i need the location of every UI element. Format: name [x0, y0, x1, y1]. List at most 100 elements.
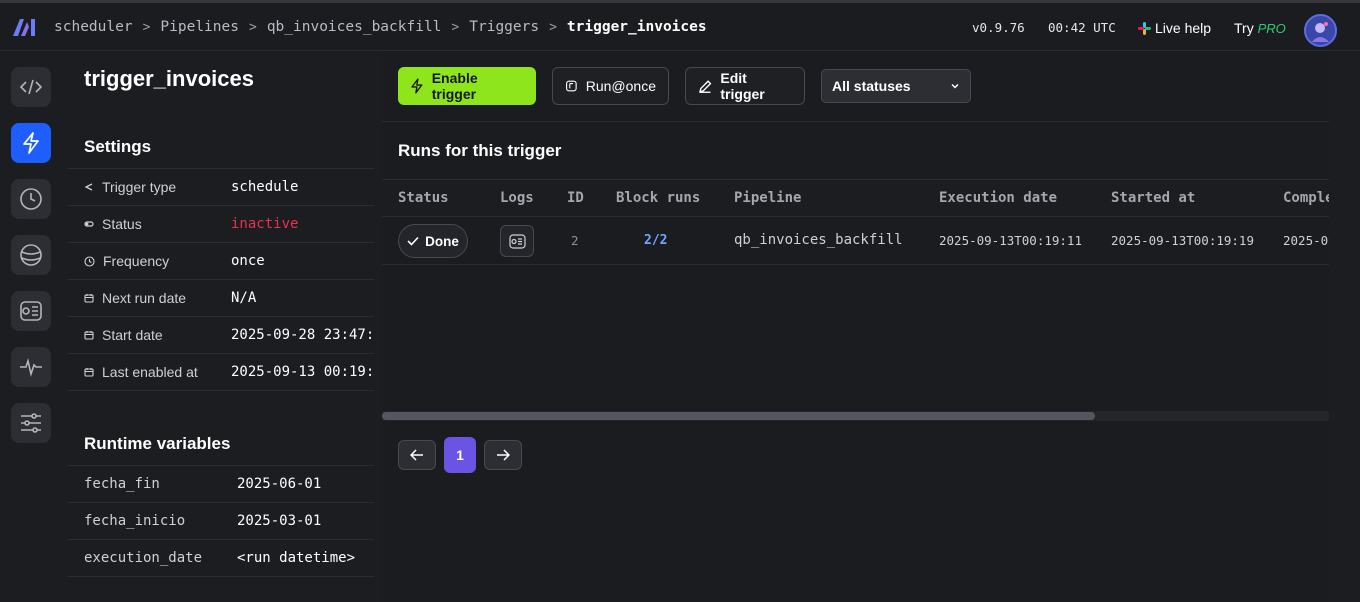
runs-heading: Runs for this trigger [398, 141, 562, 160]
globe-icon [20, 244, 42, 266]
main-panel: Enable trigger Run@once Edit trigger All… [382, 51, 1336, 602]
table-row[interactable]: Done 2 2/2 qb_invoices_backfill 2025-09-… [382, 217, 1336, 265]
clock-label: 00:42 UTC [1048, 20, 1116, 35]
slack-icon [1138, 21, 1151, 35]
column-header-started-at[interactable]: Started at [1111, 190, 1195, 206]
calendar-icon [84, 331, 94, 340]
setting-value: N/A [231, 290, 257, 306]
setting-label-text: Trigger type [102, 179, 177, 195]
setting-label: Start date [84, 327, 163, 343]
avatar[interactable] [1304, 14, 1337, 47]
breadcrumb-pipeline[interactable]: qb_invoices_backfill [267, 19, 442, 35]
variable-row: execution_date <run datetime> [68, 539, 374, 576]
rail-code-button[interactable] [11, 67, 51, 107]
setting-label: Frequency [84, 253, 169, 269]
variable-value: <run datetime> [237, 550, 356, 566]
check-icon [407, 236, 419, 246]
horizontal-scrollbar[interactable] [382, 411, 1329, 421]
pipeline-name: qb_invoices_backfill [734, 232, 903, 248]
column-header-execution-date[interactable]: Execution date [939, 190, 1057, 206]
scrollbar-thumb[interactable] [382, 412, 1095, 420]
chevron-right-icon: > [248, 19, 257, 35]
variable-key: execution_date [84, 550, 203, 566]
edit-trigger-button[interactable]: Edit trigger [685, 67, 805, 105]
setting-label-text: Frequency [103, 253, 170, 269]
variables-bottom-divider [68, 576, 374, 577]
completed-at: 2025-09 [1283, 233, 1336, 248]
pulse-icon [20, 358, 42, 377]
setting-row-status: Status inactive [68, 205, 374, 242]
calendar-icon [84, 368, 94, 377]
previous-page-button[interactable] [398, 440, 436, 470]
column-header-id[interactable]: ID [567, 190, 584, 206]
setting-label-text: Start date [102, 327, 163, 343]
try-label: Try [1234, 20, 1254, 36]
next-page-button[interactable] [484, 440, 522, 470]
setting-row-trigger-type: Trigger type schedule [68, 168, 374, 205]
run-id: 2 [571, 233, 579, 248]
variable-value: 2025-03-01 [237, 513, 322, 529]
rail-backfill-button[interactable] [11, 235, 51, 275]
column-header-logs[interactable]: Logs [500, 190, 534, 206]
rail-logs-button[interactable] [11, 291, 51, 331]
arrow-right-icon [497, 449, 510, 461]
setting-value: 2025-09-28 23:47: [231, 327, 375, 343]
clock-icon [84, 255, 95, 267]
breadcrumb-scheduler[interactable]: scheduler [54, 19, 133, 35]
runtime-variables-heading: Runtime variables [84, 434, 231, 453]
run-once-label: Run@once [585, 78, 656, 94]
settings-heading: Settings [84, 137, 152, 156]
variable-key: fecha_fin [84, 476, 160, 492]
setting-label-text: Next run date [102, 290, 187, 306]
variable-row: fecha_fin 2025-06-01 [68, 465, 374, 502]
settings-bottom-divider [68, 390, 374, 391]
logo-icon[interactable] [12, 17, 38, 37]
block-runs-link[interactable]: 2/2 [644, 233, 667, 248]
column-header-completed-at[interactable]: Comple [1283, 190, 1334, 206]
setting-label: Last enabled at [84, 364, 198, 380]
breadcrumb-triggers[interactable]: Triggers [469, 19, 539, 35]
version-label: v0.9.76 [972, 20, 1025, 35]
live-help-link[interactable]: Live help [1138, 20, 1211, 36]
toolbar-divider [382, 121, 1329, 122]
status-filter-value: All statuses [832, 78, 911, 94]
avatar-image-icon [1306, 16, 1335, 45]
setting-row-frequency: Frequency once [68, 242, 374, 279]
right-gutter [1329, 51, 1360, 602]
variable-row: fecha_inicio 2025-03-01 [68, 502, 374, 539]
breadcrumb-pipelines[interactable]: Pipelines [160, 19, 239, 35]
variable-key: fecha_inicio [84, 513, 186, 529]
enable-trigger-label: Enable trigger [431, 70, 478, 102]
run-once-button[interactable]: Run@once [552, 67, 669, 105]
chevron-right-icon: > [549, 19, 557, 35]
page-number-current[interactable]: 1 [444, 437, 476, 473]
settings-panel: trigger_invoices Settings Trigger type s… [68, 51, 381, 602]
logs-button[interactable] [500, 225, 534, 257]
rail-settings-button[interactable] [11, 403, 51, 443]
breadcrumb: scheduler > Pipelines > qb_invoices_back… [54, 3, 707, 51]
trigger-title: trigger_invoices [84, 66, 254, 91]
toggle-icon [84, 221, 94, 227]
setting-label-text: Last enabled at [102, 364, 198, 380]
rail-triggers-button[interactable] [11, 123, 51, 163]
chevron-right-icon: > [142, 19, 151, 35]
setting-label: Trigger type [84, 179, 176, 195]
try-pro-link[interactable]: Try PRO [1234, 20, 1286, 36]
setting-label: Next run date [84, 290, 186, 306]
rail-monitor-button[interactable] [11, 347, 51, 387]
status-badge[interactable]: Done [398, 224, 468, 258]
live-help-label: Live help [1155, 20, 1212, 36]
rail-schedule-button[interactable] [11, 179, 51, 219]
setting-value: once [231, 253, 265, 269]
chevron-down-icon [951, 83, 959, 89]
lightning-icon [23, 132, 39, 154]
enable-trigger-button[interactable]: Enable trigger [398, 67, 536, 105]
status-filter-select[interactable]: All statuses [821, 69, 971, 103]
column-header-block-runs[interactable]: Block runs [616, 190, 700, 206]
icon-rail [0, 51, 62, 602]
column-header-status[interactable]: Status [398, 190, 449, 206]
arrow-left-icon [410, 449, 423, 461]
pro-label: PRO [1257, 21, 1286, 36]
column-header-pipeline[interactable]: Pipeline [734, 190, 801, 206]
setting-value: 2025-09-13 00:19: [231, 364, 375, 380]
